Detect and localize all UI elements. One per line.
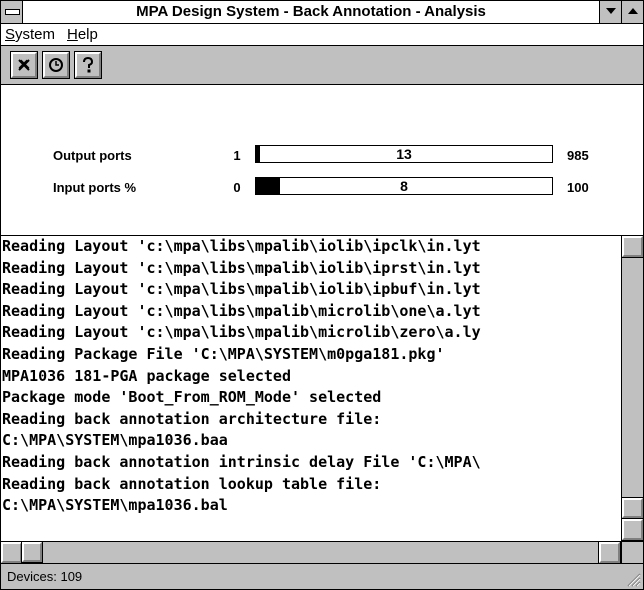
minimize-arrow-icon [605,8,616,14]
menu-system-mnemonic: S [5,26,16,43]
menu-bar: System Help [1,24,643,46]
input-ports-min: 0 [233,180,241,195]
minimize-button[interactable] [599,1,621,23]
port-stats-panel: Output ports 1 13 985 Input ports % 0 8 … [1,85,643,236]
input-ports-progress-bar: 8 [255,177,553,195]
output-ports-label: Output ports [53,148,132,163]
scroll-right-button[interactable] [598,541,621,564]
vertical-scrollbar[interactable] [621,235,644,541]
menu-help-label-rest: elp [77,26,98,43]
scroll-up-button[interactable] [621,235,644,258]
log-line: Reading back annotation lookup table fil… [2,474,382,493]
maximize-arrow-icon [627,8,638,14]
device-count-status: Devices: 109 [7,569,83,584]
menu-help[interactable]: Help [67,24,98,45]
output-ports-progress-bar: 13 [255,145,553,163]
log-line: Reading Package File 'C:\MPA\SYSTEM\m0pg… [2,344,445,363]
log-output[interactable]: Reading Layout 'c:\mpa\libs\mpalib\iolib… [1,236,621,541]
horizontal-scroll-thumb[interactable] [21,541,43,563]
log-line: Package mode 'Boot_From_ROM_Mode' select… [2,388,382,407]
menu-help-mnemonic: H [67,26,78,43]
clock-icon [49,58,63,72]
log-line: Reading back annotation intrinsic delay … [2,452,481,471]
system-menu-icon [5,9,20,15]
scroll-down-button[interactable] [621,518,644,541]
timer-tool-button[interactable] [42,51,70,79]
vertical-scroll-thumb[interactable] [621,497,644,519]
system-menu-button[interactable] [1,1,23,23]
close-x-icon [18,59,30,71]
output-ports-min: 1 [233,148,241,163]
log-line: C:\MPA\SYSTEM\mpa1036.baa [2,431,228,450]
status-bar: Devices: 109 [1,563,643,589]
maximize-button[interactable] [621,1,643,23]
log-line: Reading Layout 'c:\mpa\libs\mpalib\iolib… [2,280,481,299]
input-ports-value: 8 [400,178,408,194]
log-line: Reading Layout 'c:\mpa\libs\mpalib\iolib… [2,258,481,277]
log-line: Reading Layout 'c:\mpa\libs\mpalib\micro… [2,323,481,342]
close-tool-button[interactable] [10,51,38,79]
scrollbar-corner [621,541,643,563]
input-ports-label: Input ports % [53,180,137,195]
resize-grip-icon[interactable] [625,571,641,587]
log-line: Reading Layout 'c:\mpa\libs\mpalib\iolib… [2,237,481,255]
scroll-left-button[interactable] [0,541,23,564]
title-bar[interactable]: MPA Design System - Back Annotation - An… [1,1,643,24]
help-question-icon [83,56,94,73]
log-line: Reading Layout 'c:\mpa\libs\mpalib\micro… [2,301,481,320]
menu-system[interactable]: System [5,24,55,45]
window-title: MPA Design System - Back Annotation - An… [136,3,486,20]
help-tool-button[interactable] [74,51,102,79]
output-ports-max: 985 [567,148,589,163]
log-line: C:\MPA\SYSTEM\mpa1036.bal [2,496,228,515]
log-line: MPA1036 181-PGA package selected [2,366,291,385]
input-ports-max: 100 [567,180,589,195]
toolbar [1,46,643,85]
output-ports-value: 13 [396,146,412,162]
application-window: MPA Design System - Back Annotation - An… [0,0,644,590]
menu-system-label-rest: ystem [15,26,56,43]
horizontal-scrollbar[interactable] [0,541,621,564]
log-line: Reading back annotation architecture fil… [2,409,382,428]
